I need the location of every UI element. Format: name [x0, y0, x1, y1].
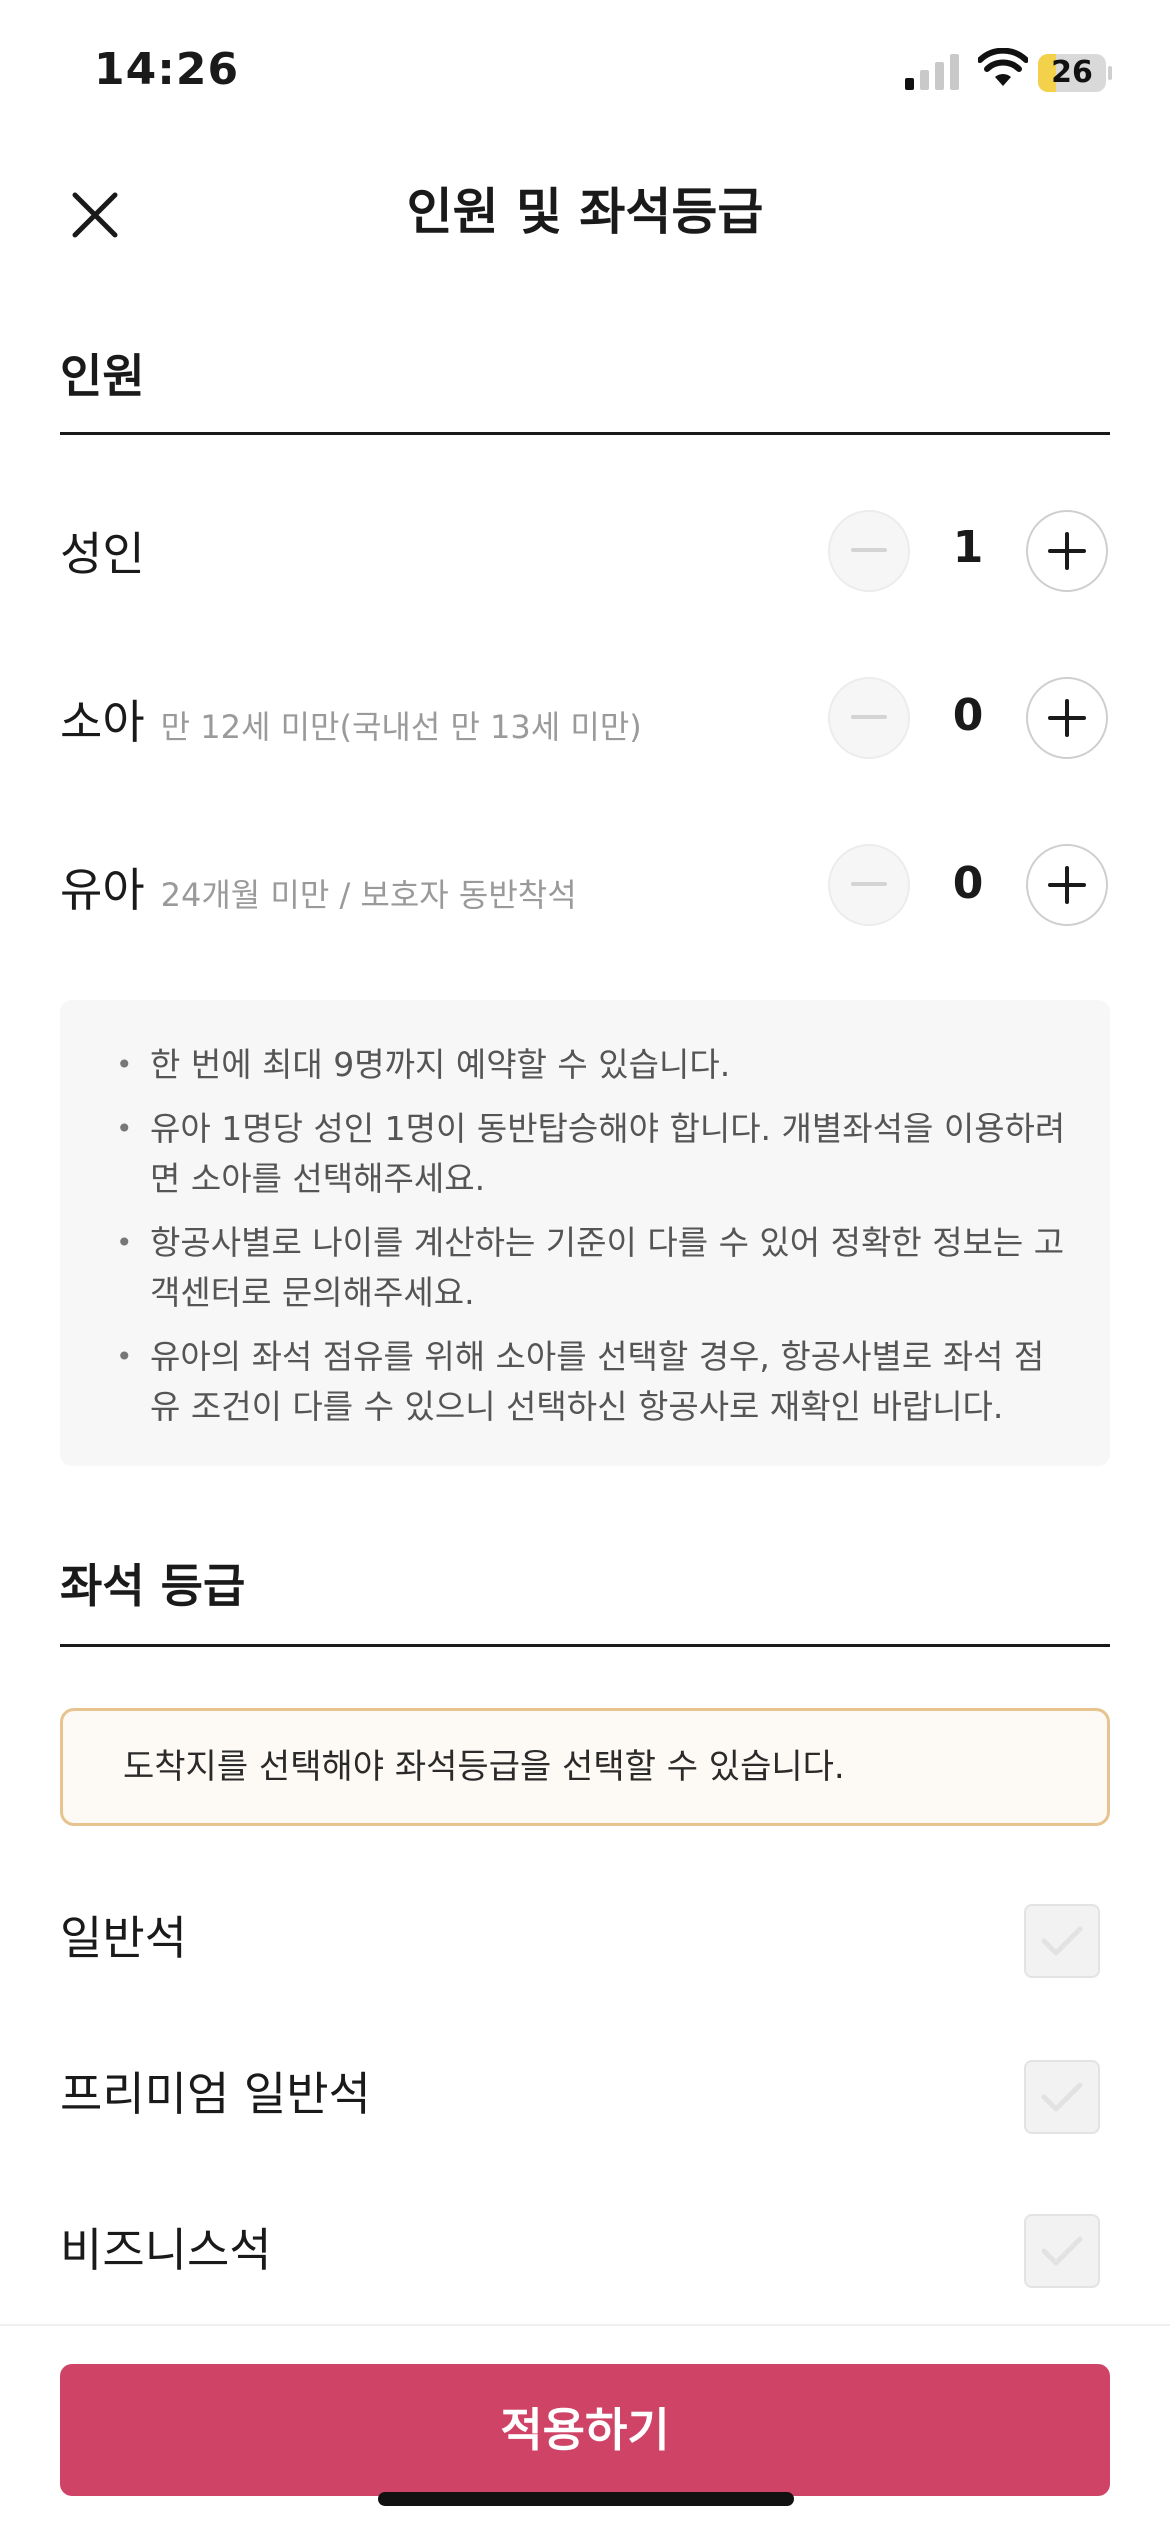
seat-option-business-label: 비즈니스석: [60, 2223, 272, 2277]
minus-icon: [851, 548, 887, 552]
status-time: 14:26: [94, 44, 240, 95]
minus-icon: [851, 882, 887, 886]
wifi-icon: [978, 48, 1028, 86]
passenger-sublabel: 24개월 미만 / 보호자 동반착석: [160, 876, 577, 914]
passenger-sublabel: 만 12세 미만(국내선 만 13세 미만): [160, 708, 642, 746]
seat-class-warning: 도착지를 선택해야 좌석등급을 선택할 수 있습니다.: [60, 1708, 1110, 1826]
plus-icon: [1048, 532, 1086, 570]
adult-increase-button[interactable]: [1026, 510, 1108, 592]
passenger-row-child: 소아 만 12세 미만(국내선 만 13세 미만): [60, 686, 642, 752]
seat-option-economy-label: 일반석: [60, 1911, 187, 1965]
notice-item: 한 번에 최대 9명까지 예약할 수 있습니다.: [116, 1040, 1070, 1090]
seat-option-economy-checkbox[interactable]: [1024, 1904, 1100, 1978]
check-icon: [1041, 1926, 1083, 1956]
seat-option-premium-economy-checkbox[interactable]: [1024, 2060, 1100, 2134]
minus-icon: [851, 715, 887, 719]
apply-button[interactable]: 적용하기: [60, 2364, 1110, 2496]
check-icon: [1041, 2082, 1083, 2112]
footer-divider: [0, 2324, 1170, 2326]
passenger-label: 소아: [60, 695, 145, 749]
plus-icon: [1048, 699, 1086, 737]
warning-text: 도착지를 선택해야 좌석등급을 선택할 수 있습니다.: [123, 1747, 845, 1787]
notice-list: 한 번에 최대 9명까지 예약할 수 있습니다. 유아 1명당 성인 1명이 동…: [60, 1000, 1110, 1432]
check-icon: [1041, 2236, 1083, 2266]
passengers-section-title: 인원: [60, 349, 145, 403]
notice-item: 유아 1명당 성인 1명이 동반탑승해야 합니다. 개별좌석을 이용하려면 소아…: [116, 1104, 1070, 1204]
adult-decrease-button[interactable]: [828, 510, 910, 592]
section-divider: [60, 432, 1110, 435]
home-indicator: [378, 2492, 794, 2506]
section-divider: [60, 1644, 1110, 1647]
passenger-label: 유아: [60, 863, 145, 917]
seat-option-business-checkbox[interactable]: [1024, 2214, 1100, 2288]
battery-icon: 26: [1038, 54, 1112, 92]
seat-class-section-title: 좌석 등급: [60, 1559, 246, 1613]
child-count: 0: [952, 690, 984, 741]
cellular-signal-icon: [905, 54, 959, 90]
adult-count: 1: [952, 522, 984, 573]
child-decrease-button[interactable]: [828, 677, 910, 759]
notice-item: 항공사별로 나이를 계산하는 기준이 다를 수 있어 정확한 정보는 고객센터로…: [116, 1218, 1070, 1318]
passenger-label: 성인: [60, 527, 145, 581]
seat-option-premium-economy-label: 프리미엄 일반석: [60, 2067, 371, 2121]
page-title: 인원 및 좌석등급: [406, 183, 764, 241]
passenger-row-adult: 성인: [60, 518, 145, 584]
infant-count: 0: [952, 858, 984, 909]
passenger-row-infant: 유아 24개월 미만 / 보호자 동반착석: [60, 854, 577, 920]
infant-decrease-button[interactable]: [828, 844, 910, 926]
notice-item: 유아의 좌석 점유를 위해 소아를 선택할 경우, 항공사별로 좌석 점유 조건…: [116, 1332, 1070, 1432]
notice-box: 한 번에 최대 9명까지 예약할 수 있습니다. 유아 1명당 성인 1명이 동…: [60, 1000, 1110, 1466]
child-increase-button[interactable]: [1026, 677, 1108, 759]
infant-increase-button[interactable]: [1026, 844, 1108, 926]
plus-icon: [1048, 866, 1086, 904]
battery-level: 26: [1051, 55, 1093, 90]
